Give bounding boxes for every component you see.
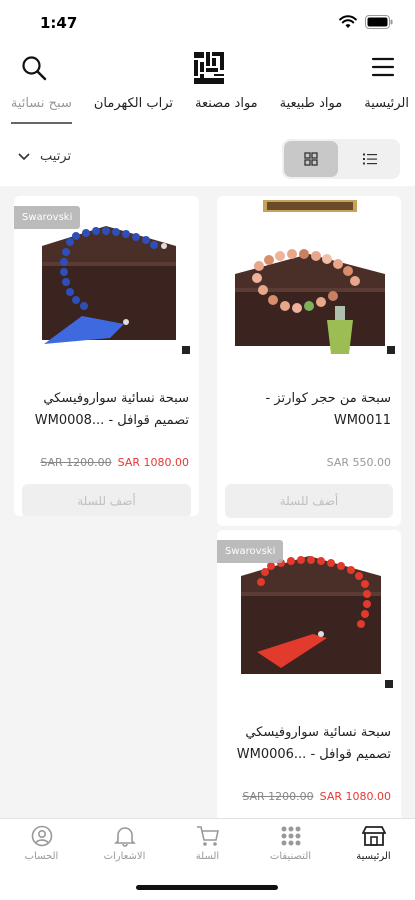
status-icons — [339, 15, 393, 29]
category-tabs: الرئيسية مواد طبيعية مواد مصنعة تراب الك… — [0, 92, 415, 130]
bell-icon — [113, 827, 136, 847]
list-icon — [363, 153, 377, 165]
product-title[interactable]: سبحة نسائية سواروفيسكي تصميم قوافل - ...… — [227, 722, 391, 766]
sort-label: ترتيب — [40, 149, 72, 164]
product-price-old: SAR 1200.00 — [242, 790, 314, 803]
nav-cart-label: السلة — [195, 851, 220, 862]
tab-natural-materials[interactable]: مواد طبيعية — [280, 92, 343, 124]
product-price-old: SAR 1200.00 — [40, 456, 112, 469]
product-grid: سبحة من حجر كوارتز - WM0011 SAR 550.00 أ… — [0, 186, 415, 818]
product-card[interactable]: سبحة من حجر كوارتز - WM0011 SAR 550.00 أ… — [217, 196, 401, 526]
product-badge: Swarovski — [14, 206, 81, 229]
search-icon[interactable] — [20, 54, 48, 82]
logo-icon[interactable] — [192, 50, 226, 86]
product-card[interactable]: Swarovski سبحة نسائية سواروفيسكي تصميم ق… — [217, 530, 401, 818]
wifi-icon — [339, 15, 357, 28]
nav-notifications-label: الاشعارات — [103, 851, 146, 862]
bottom-nav: الرئيسية التصنيفات السلة الاشعارات الحسا… — [0, 818, 415, 900]
product-image — [217, 196, 401, 356]
store-icon — [361, 826, 386, 846]
nav-categories[interactable]: التصنيفات — [249, 825, 332, 875]
nav-home-label: الرئيسية — [356, 851, 391, 862]
tab-home[interactable]: الرئيسية — [364, 92, 409, 124]
sort-button[interactable]: ترتيب — [18, 149, 71, 164]
product-price: SAR 550.00 — [326, 456, 391, 469]
grid-view-button[interactable] — [284, 141, 338, 177]
tab-womens-rosaries[interactable]: سبح نسائية — [10, 92, 72, 124]
menu-icon[interactable] — [371, 56, 395, 78]
product-prices: SAR 1200.00 SAR 1080.00 — [242, 790, 391, 803]
product-title[interactable]: سبحة من حجر كوارتز - WM0011 — [227, 388, 391, 432]
nav-account-label: الحساب — [24, 851, 59, 862]
user-icon — [31, 825, 52, 847]
nav-categories-label: التصنيفات — [269, 851, 312, 862]
product-card[interactable]: Swarovski سبحة نسائية سواروفيسكي تصميم ق… — [14, 196, 199, 516]
app-header — [0, 46, 415, 90]
tab-manufactured-materials[interactable]: مواد مصنعة — [195, 92, 258, 124]
view-toggle — [282, 139, 400, 179]
add-to-cart-button[interactable]: أضف للسلة — [225, 484, 393, 518]
product-price-sale: SAR 1080.00 — [117, 456, 189, 469]
chevron-down-icon — [18, 152, 30, 160]
product-badge: Swarovski — [217, 540, 284, 563]
product-prices: SAR 550.00 — [327, 456, 391, 469]
grid-icon — [304, 152, 318, 166]
toolbar: ترتيب — [0, 139, 415, 183]
status-time: 1:47 — [40, 14, 78, 32]
nav-home[interactable]: الرئيسية — [332, 825, 415, 875]
product-prices: SAR 1200.00 SAR 1080.00 — [40, 456, 189, 469]
add-to-cart-button[interactable]: أضف للسلة — [22, 484, 191, 516]
cart-icon — [196, 826, 219, 846]
tab-amber-dust[interactable]: تراب الكهرمان — [94, 92, 173, 124]
apps-grid-icon — [281, 826, 300, 846]
nav-notifications[interactable]: الاشعارات — [83, 825, 166, 875]
nav-account[interactable]: الحساب — [0, 825, 83, 875]
product-title[interactable]: سبحة نسائية سواروفيسكي تصميم قوافل - ...… — [24, 388, 189, 432]
product-price-sale: SAR 1080.00 — [319, 790, 391, 803]
list-view-button[interactable] — [342, 141, 398, 177]
battery-icon — [365, 15, 393, 29]
nav-cart[interactable]: السلة — [166, 825, 249, 875]
home-indicator — [136, 885, 278, 890]
status-bar: 1:47 — [0, 0, 415, 46]
